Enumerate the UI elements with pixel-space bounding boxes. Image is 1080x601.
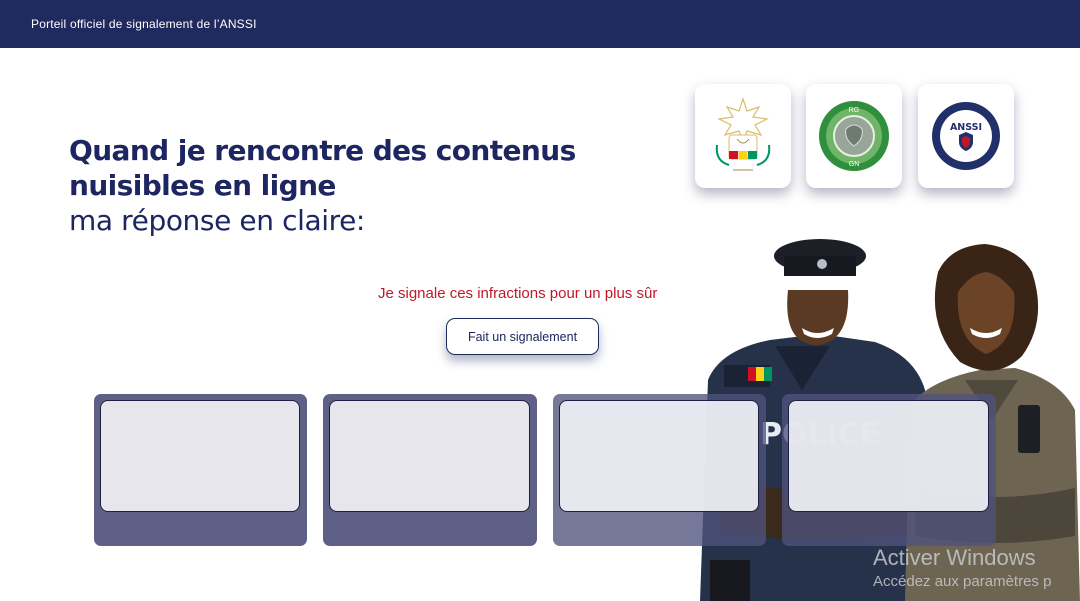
svg-text:GN: GN — [849, 161, 860, 168]
card-3[interactable] — [553, 394, 766, 546]
report-button[interactable]: Fait un signalement — [446, 318, 599, 355]
card-content-4 — [788, 400, 989, 512]
windows-activation-watermark: Activer Windows Accédez aux paramètres p — [873, 545, 1051, 590]
gendarmerie-logo: RG GN — [806, 84, 902, 188]
card-content-3 — [559, 400, 759, 512]
card-4[interactable] — [782, 394, 996, 546]
hero-line-3: ma réponse en claire: — [69, 204, 365, 237]
svg-text:RG: RG — [849, 107, 860, 114]
tagline: Je signale ces infractions pour un plus … — [378, 285, 658, 302]
hero-heading: Quand je rencontre des contenus nuisible… — [69, 133, 629, 239]
hero-line-1: Quand je rencontre des contenus — [69, 134, 576, 167]
watermark-subtitle: Accédez aux paramètres p — [873, 573, 1052, 590]
card-2[interactable] — [323, 394, 537, 546]
watermark-title: Activer Windows — [873, 545, 1036, 570]
top-bar: Porteil officiel de signalement de l’ANS… — [0, 0, 1080, 48]
hero-line-2: nuisibles en ligne — [69, 169, 336, 202]
card-content-2 — [329, 400, 530, 512]
anssi-emblem-icon: ANSSI — [932, 102, 1000, 170]
coat-of-arms-icon — [715, 97, 771, 171]
svg-text:ANSSI: ANSSI — [950, 122, 982, 133]
gendarmerie-emblem-icon: RG GN — [819, 101, 889, 171]
card-1[interactable] — [94, 394, 307, 546]
card-content-1 — [100, 400, 300, 512]
site-title: Porteil officiel de signalement de l’ANS… — [31, 17, 257, 31]
anssi-logo: ANSSI — [918, 84, 1014, 188]
guinea-coat-of-arms-logo — [695, 84, 791, 188]
